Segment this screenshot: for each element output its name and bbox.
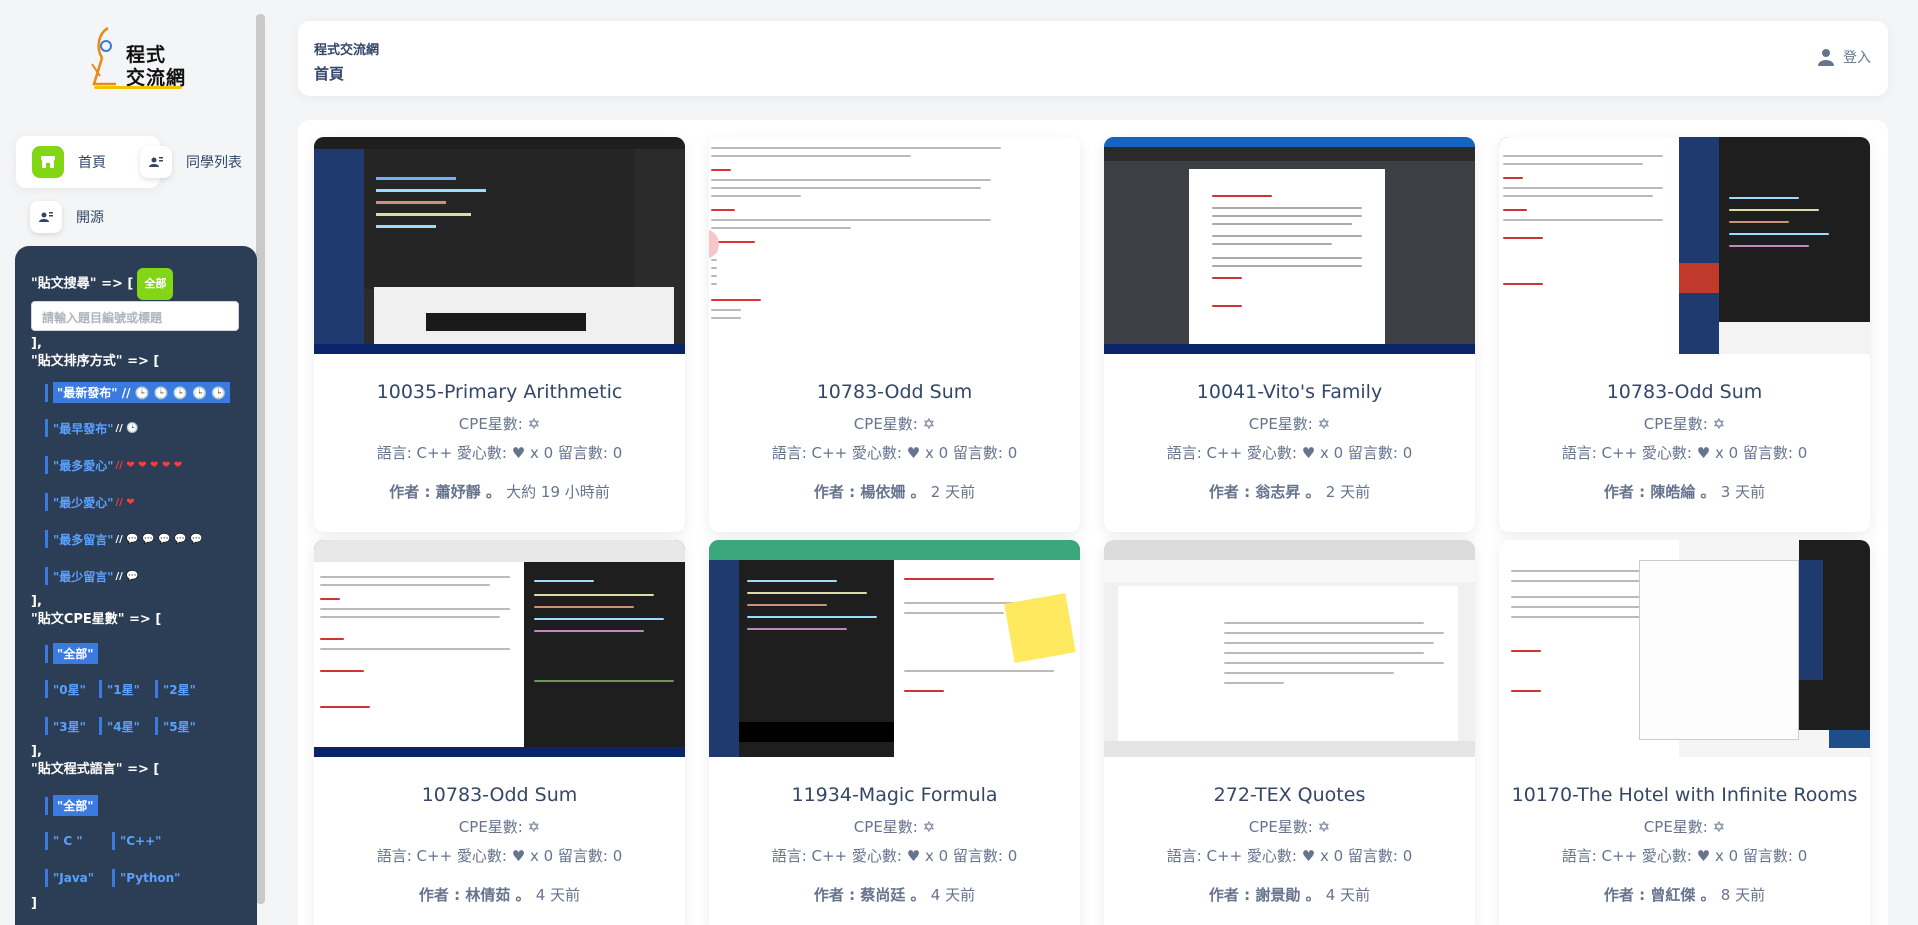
post-meta: 語言: C++ 愛心數: ♥ x 0 留言數: 0 [376, 847, 623, 865]
post-thumbnail [1104, 540, 1475, 757]
post-thumbnail [314, 540, 685, 757]
sort-option-most-likes[interactable]: "最多愛心"// ❤ ❤ ❤ ❤ ❤ [45, 456, 182, 474]
post-thumbnail [1104, 137, 1475, 354]
bracket-close: ], [31, 594, 42, 609]
post-thumbnail [709, 540, 1080, 757]
nav-item-home[interactable]: 首頁 [16, 136, 160, 188]
post-cpe-stars: CPE星數: ✡ [1643, 415, 1726, 433]
sort-option-oldest[interactable]: "最早發布"// 🕒 [45, 419, 139, 437]
post-meta: 語言: C++ 愛心數: ♥ x 0 留言數: 0 [376, 444, 623, 462]
post-meta: 語言: C++ 愛心數: ♥ x 0 留言數: 0 [1166, 847, 1413, 865]
post-thumbnail [1499, 137, 1870, 354]
bracket-close: ], [31, 744, 42, 759]
cpe-option-2[interactable]: "2星" [155, 680, 196, 698]
post-cpe-stars: CPE星數: ✡ [458, 415, 541, 433]
shop-icon [32, 146, 64, 178]
bracket-close: ] [31, 896, 37, 911]
post-thumbnail [1499, 540, 1870, 757]
post-card[interactable]: 11934-Magic Formula CPE星數: ✡ 語言: C++ 愛心數… [709, 540, 1080, 925]
code-icon [30, 201, 62, 233]
filter-cpe-heading: "貼文CPE星數" => [ [31, 612, 162, 627]
filter-sort-heading: "貼文排序方式" => [ [31, 354, 160, 369]
post-cpe-stars: CPE星數: ✡ [1248, 818, 1331, 836]
filter-panel: "貼文搜尋" => [全部 請輸入題目編號或標題 ], "貼文排序方式" => … [15, 246, 257, 925]
nav-label-home: 首頁 [78, 155, 106, 171]
post-card[interactable]: 10041-Vito's Family CPE星數: ✡ 語言: C++ 愛心數… [1104, 137, 1475, 532]
post-thumbnail [314, 137, 685, 354]
post-title[interactable]: 10783-Odd Sum [1499, 379, 1870, 406]
filter-search-heading: "貼文搜尋" => [全部 [31, 268, 174, 300]
lang-option-all[interactable]: "全部" [45, 795, 98, 816]
post-cpe-stars: CPE星數: ✡ [458, 818, 541, 836]
logo-text: 程式 交流網 [126, 44, 187, 89]
bracket-close: ], [31, 336, 42, 351]
login-button[interactable]: 登入 [1817, 47, 1871, 67]
post-title[interactable]: 272-TEX Quotes [1104, 782, 1475, 809]
cpe-option-5[interactable]: "5星" [155, 717, 196, 735]
post-author: 作者 : 陳皓綸 。 3 天前 [1603, 483, 1766, 501]
post-author: 作者 : 蕭妤靜 。 大約 19 小時前 [389, 483, 610, 501]
cpe-option-1[interactable]: "1星" [99, 680, 140, 698]
post-card[interactable]: 10170-The Hotel with Infinite Rooms CPE星… [1499, 540, 1870, 925]
post-card[interactable]: 10035-Primary Arithmetic CPE星數: ✡ 語言: C+… [314, 137, 685, 532]
post-cpe-stars: CPE星數: ✡ [1248, 415, 1331, 433]
sidebar: 程式 交流網 首頁 同學列表 開源 "貼文搜尋" => [全部 請輸入題目編號或… [0, 0, 265, 925]
sort-option-most-comments[interactable]: "最多留言"// 💬 💬 💬 💬 💬 [45, 530, 202, 548]
sort-option-newest[interactable]: "最新發布" // 🕒 🕒 🕒 🕒 🕒 [45, 382, 231, 403]
post-author: 作者 : 楊依姍 。 2 天前 [813, 483, 976, 501]
post-cpe-stars: CPE星數: ✡ [853, 415, 936, 433]
post-meta: 語言: C++ 愛心數: ♥ x 0 留言數: 0 [771, 847, 1018, 865]
site-logo[interactable]: 程式 交流網 [88, 24, 186, 94]
post-meta: 語言: C++ 愛心數: ♥ x 0 留言數: 0 [1561, 847, 1808, 865]
search-input[interactable]: 請輸入題目編號或標題 [31, 301, 239, 331]
logo-underline [94, 86, 182, 89]
post-title[interactable]: 10783-Odd Sum [709, 379, 1080, 406]
filter-lang-heading: "貼文程式語言" => [ [31, 762, 160, 777]
cpe-option-0[interactable]: "0星" [45, 680, 86, 698]
nav-item-opensource[interactable]: 開源 [30, 191, 150, 243]
post-card[interactable]: 10783-Odd Sum CPE星數: ✡ 語言: C++ 愛心數: ♥ x … [709, 137, 1080, 532]
users-icon [140, 146, 172, 178]
sort-option-least-likes[interactable]: "最少愛心"// ❤ [45, 493, 135, 511]
nav-label-students: 同學列表 [186, 155, 242, 171]
post-title[interactable]: 11934-Magic Formula [709, 782, 1080, 809]
lang-option-python[interactable]: "Python" [112, 869, 180, 887]
post-author: 作者 : 謝景勛 。 4 天前 [1208, 886, 1371, 904]
post-title[interactable]: 10035-Primary Arithmetic [314, 379, 685, 406]
top-navbar: 程式交流網 首頁 登入 [298, 21, 1888, 96]
user-icon [1818, 49, 1834, 66]
post-author: 作者 : 翁志昇 。 2 天前 [1208, 483, 1371, 501]
post-card[interactable]: 10783-Odd Sum CPE星數: ✡ 語言: C++ 愛心數: ♥ x … [314, 540, 685, 925]
post-cpe-stars: CPE星數: ✡ [1643, 818, 1726, 836]
post-title[interactable]: 10783-Odd Sum [314, 782, 685, 809]
page-title: 首頁 [314, 65, 345, 83]
lang-option-java[interactable]: "Java" [45, 869, 94, 887]
cpe-option-4[interactable]: "4星" [99, 717, 140, 735]
lang-option-c[interactable]: " C " [45, 832, 83, 850]
post-title[interactable]: 10041-Vito's Family [1104, 379, 1475, 406]
breadcrumb-parent[interactable]: 程式交流網 [314, 39, 379, 58]
login-label: 登入 [1843, 50, 1871, 66]
lang-option-cpp[interactable]: "C++" [112, 832, 161, 850]
post-meta: 語言: C++ 愛心數: ♥ x 0 留言數: 0 [771, 444, 1018, 462]
post-card[interactable]: 10783-Odd Sum CPE星數: ✡ 語言: C++ 愛心數: ♥ x … [1499, 137, 1870, 532]
cpe-option-3[interactable]: "3星" [45, 717, 86, 735]
post-title[interactable]: 10170-The Hotel with Infinite Rooms [1499, 782, 1870, 809]
post-cpe-stars: CPE星數: ✡ [853, 818, 936, 836]
post-meta: 語言: C++ 愛心數: ♥ x 0 留言數: 0 [1561, 444, 1808, 462]
nav-item-students[interactable]: 同學列表 [140, 136, 260, 188]
search-all-chip[interactable]: 全部 [137, 268, 174, 300]
post-author: 作者 : 曾紅傑 。 8 天前 [1603, 886, 1766, 904]
post-author: 作者 : 林倩茹 。 4 天前 [418, 886, 581, 904]
post-meta: 語言: C++ 愛心數: ♥ x 0 留言數: 0 [1166, 444, 1413, 462]
post-grid: 10035-Primary Arithmetic CPE星數: ✡ 語言: C+… [298, 120, 1888, 925]
post-author: 作者 : 蔡尚廷 。 4 天前 [813, 886, 976, 904]
post-thumbnail [709, 137, 1080, 354]
cpe-option-all[interactable]: "全部" [45, 643, 98, 664]
post-card[interactable]: 272-TEX Quotes CPE星數: ✡ 語言: C++ 愛心數: ♥ x… [1104, 540, 1475, 925]
sort-option-least-comments[interactable]: "最少留言"// 💬 [45, 567, 139, 585]
nav-label-opensource: 開源 [76, 210, 104, 226]
